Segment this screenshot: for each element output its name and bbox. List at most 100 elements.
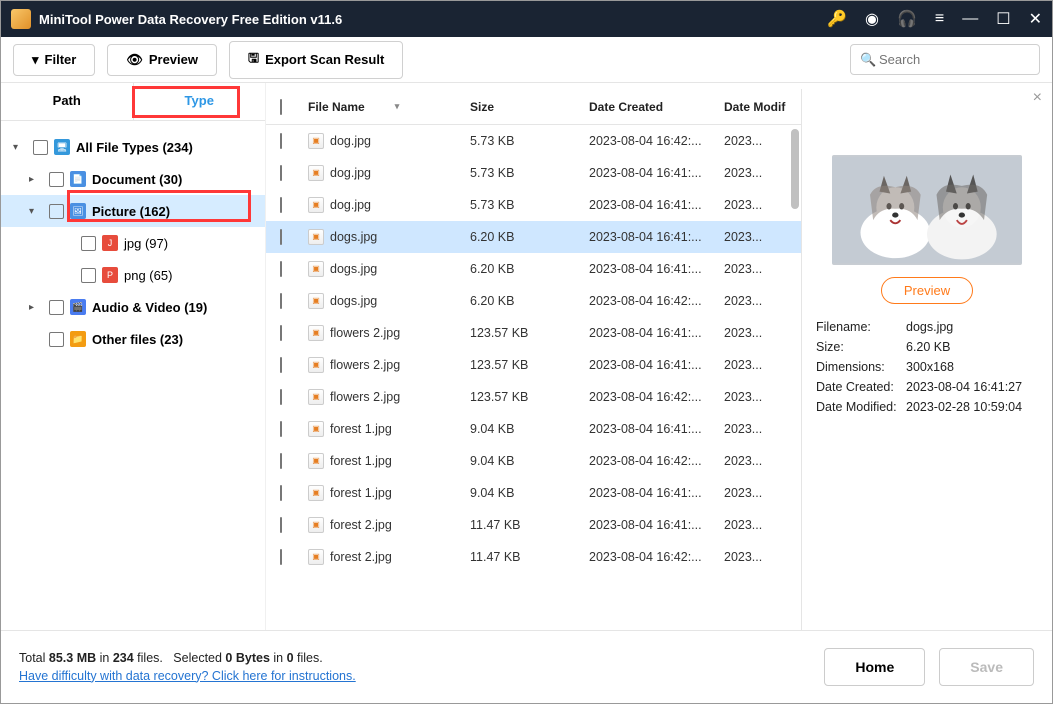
chevron-down-icon[interactable]: ▾ [13,142,27,153]
tab-type[interactable]: Type [134,83,266,120]
table-row[interactable]: ▣flowers 2.jpg123.57 KB2023-08-04 16:42:… [266,381,801,413]
key-icon[interactable]: 🔑 [827,9,847,29]
column-date-modified[interactable]: Date Modif [724,100,794,114]
column-file-name[interactable]: File Name▾ [308,100,470,114]
home-button[interactable]: Home [824,648,925,686]
table-row[interactable]: ▣dog.jpg5.73 KB2023-08-04 16:41:...2023.… [266,189,801,221]
preview-pane: × [802,83,1052,630]
export-icon: 🖫 [248,49,259,71]
row-checkbox[interactable] [280,453,282,469]
search-input[interactable] [850,44,1040,75]
image-file-icon: ▣ [308,229,324,245]
table-row[interactable]: ▣forest 1.jpg9.04 KB2023-08-04 16:41:...… [266,413,801,445]
preview-action-button[interactable]: Preview [881,277,973,304]
close-button[interactable]: ✕ [1029,9,1042,29]
row-checkbox[interactable] [280,165,282,181]
checkbox[interactable] [49,172,64,187]
scrollbar[interactable] [791,129,799,209]
row-checkbox[interactable] [280,549,282,565]
table-header: File Name▾ Size Date Created Date Modif [266,89,801,125]
tree-picture[interactable]: ▾ 🖼 Picture (162) [1,195,265,227]
tree-png[interactable]: P png (65) [1,259,265,291]
meta-modified-value: 2023-02-28 10:59:04 [906,400,1022,414]
maximize-button[interactable]: ☐ [996,9,1010,29]
row-checkbox[interactable] [280,485,282,501]
row-checkbox[interactable] [280,293,282,309]
table-row[interactable]: ▣dog.jpg5.73 KB2023-08-04 16:42:...2023.… [266,125,801,157]
meta-size-value: 6.20 KB [906,340,950,354]
file-size: 6.20 KB [470,294,589,308]
table-row[interactable]: ▣flowers 2.jpg123.57 KB2023-08-04 16:41:… [266,349,801,381]
checkbox[interactable] [49,332,64,347]
checkbox[interactable] [81,268,96,283]
tree-document[interactable]: ▸ 📄 Document (30) [1,163,265,195]
table-row[interactable]: ▣forest 1.jpg9.04 KB2023-08-04 16:42:...… [266,445,801,477]
meta-filename-value: dogs.jpg [906,320,953,334]
table-row[interactable]: ▣forest 2.jpg11.47 KB2023-08-04 16:42:..… [266,541,801,573]
preview-button[interactable]: 👁Preview [107,44,217,76]
table-row[interactable]: ▣dogs.jpg6.20 KB2023-08-04 16:42:...2023… [266,285,801,317]
chevron-right-icon[interactable]: ▸ [29,302,43,313]
file-name: dog.jpg [330,134,371,148]
checkbox[interactable] [49,300,64,315]
headphones-icon[interactable]: 🎧 [897,9,917,29]
tree-audio-video[interactable]: ▸ 🎬 Audio & Video (19) [1,291,265,323]
filter-button[interactable]: ▾Filter [13,44,95,76]
table-row[interactable]: ▣forest 2.jpg11.47 KB2023-08-04 16:41:..… [266,509,801,541]
row-checkbox[interactable] [280,389,282,405]
table-row[interactable]: ▣forest 1.jpg9.04 KB2023-08-04 16:41:...… [266,477,801,509]
row-checkbox[interactable] [280,229,282,245]
minimize-button[interactable]: — [962,10,978,28]
file-date-created: 2023-08-04 16:41:... [589,166,724,180]
file-name: dog.jpg [330,198,371,212]
meta-created-label: Date Created: [816,380,906,394]
disc-icon[interactable]: ◉ [865,9,879,29]
file-name: flowers 2.jpg [330,326,400,340]
file-size: 123.57 KB [470,358,589,372]
window-title: MiniTool Power Data Recovery Free Editio… [39,12,827,27]
footer: Total 85.3 MB in 234 files. Selected 0 B… [1,630,1052,702]
column-date-created[interactable]: Date Created [589,100,724,114]
save-button[interactable]: Save [939,648,1034,686]
file-size: 123.57 KB [470,390,589,404]
row-checkbox[interactable] [280,325,282,341]
row-checkbox[interactable] [280,421,282,437]
monitor-icon: 🖥 [54,139,70,155]
file-date-created: 2023-08-04 16:41:... [589,518,724,532]
file-date-modified: 2023... [724,486,794,500]
select-all-checkbox[interactable] [280,99,282,115]
search-icon: 🔍 [860,52,876,68]
row-checkbox[interactable] [280,517,282,533]
preview-image [832,155,1022,265]
chevron-right-icon[interactable]: ▸ [29,174,43,185]
tree-jpg[interactable]: J jpg (97) [1,227,265,259]
image-file-icon: ▣ [308,389,324,405]
column-size[interactable]: Size [470,100,589,114]
tree-other-files[interactable]: 📁 Other files (23) [1,323,265,355]
file-date-modified: 2023... [724,262,794,276]
table-row[interactable]: ▣dog.jpg5.73 KB2023-08-04 16:41:...2023.… [266,157,801,189]
checkbox[interactable] [81,236,96,251]
close-preview-icon[interactable]: × [1033,89,1042,107]
file-date-modified: 2023... [724,358,794,372]
file-date-created: 2023-08-04 16:42:... [589,390,724,404]
table-row[interactable]: ▣flowers 2.jpg123.57 KB2023-08-04 16:41:… [266,317,801,349]
row-checkbox[interactable] [280,261,282,277]
table-row[interactable]: ▣dogs.jpg6.20 KB2023-08-04 16:41:...2023… [266,221,801,253]
row-checkbox[interactable] [280,133,282,149]
file-date-created: 2023-08-04 16:41:... [589,486,724,500]
export-button[interactable]: 🖫Export Scan Result [229,41,403,79]
content-area: Path Type ▾ 🖥 All File Types (234) ▸ 📄 D… [1,83,1052,630]
chevron-down-icon[interactable]: ▾ [29,206,43,217]
checkbox[interactable] [33,140,48,155]
checkbox[interactable] [49,204,64,219]
tab-path[interactable]: Path [1,83,134,120]
menu-icon[interactable]: ≡ [935,10,944,28]
image-file-icon: ▣ [308,357,324,373]
row-checkbox[interactable] [280,197,282,213]
row-checkbox[interactable] [280,357,282,373]
file-name: forest 1.jpg [330,454,392,468]
tree-all-file-types[interactable]: ▾ 🖥 All File Types (234) [1,131,265,163]
table-row[interactable]: ▣dogs.jpg6.20 KB2023-08-04 16:41:...2023… [266,253,801,285]
help-link[interactable]: Have difficulty with data recovery? Clic… [19,669,356,683]
